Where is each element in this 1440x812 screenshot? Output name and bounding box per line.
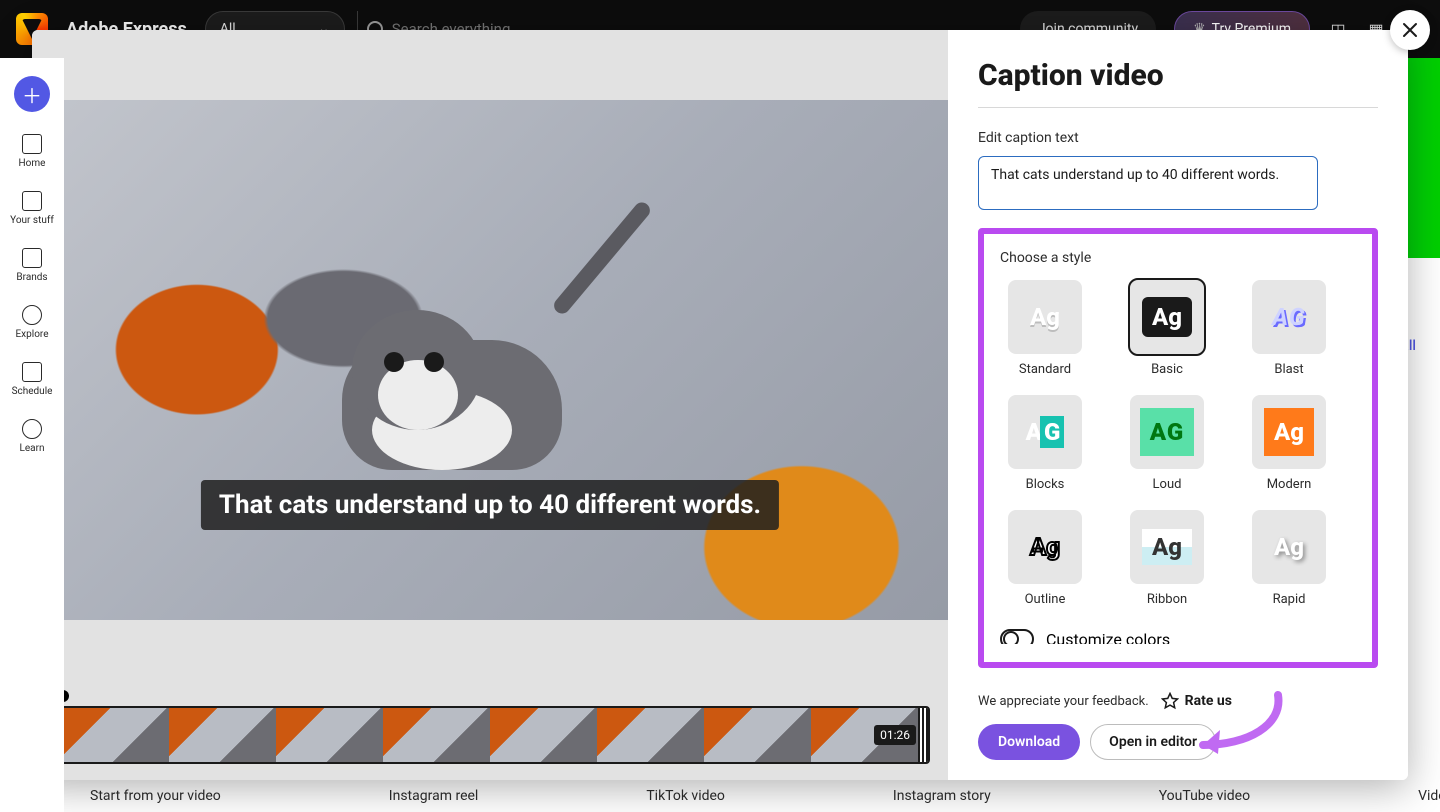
- style-thumb: AG: [1008, 395, 1082, 469]
- template-type[interactable]: TikTok video: [646, 788, 725, 804]
- nav-label: Your stuff: [10, 215, 54, 226]
- caption-overlay: That cats understand up to 40 different …: [201, 480, 779, 530]
- style-option-loud[interactable]: AG Loud: [1122, 395, 1212, 492]
- video-preview[interactable]: That cats understand up to 40 different …: [32, 30, 948, 690]
- style-thumb: AG: [1252, 280, 1326, 354]
- sidebar-item-learn[interactable]: Learn: [7, 419, 57, 454]
- template-type-row: Start from your video Instagram reel Tik…: [90, 788, 1440, 804]
- style-name-label: Loud: [1153, 477, 1182, 492]
- style-name-label: Standard: [1019, 362, 1071, 377]
- feedback-text: We appreciate your feedback.: [978, 694, 1149, 709]
- style-thumb: AG: [1130, 395, 1204, 469]
- style-option-blast[interactable]: AG Blast: [1244, 280, 1334, 377]
- caption-video-modal: That cats understand up to 40 different …: [32, 30, 1408, 780]
- timeline-frame: [490, 708, 597, 762]
- style-name-label: Basic: [1151, 362, 1183, 377]
- template-type[interactable]: Video: [1418, 788, 1440, 804]
- customize-colors-label: Customize colors: [1046, 630, 1170, 645]
- video-preview-area: That cats understand up to 40 different …: [32, 30, 948, 780]
- action-button-row: Download Open in editor: [978, 724, 1378, 760]
- style-option-outline[interactable]: Ag Outline: [1000, 510, 1090, 607]
- edit-caption-label: Edit caption text: [978, 130, 1378, 146]
- style-name-label: Modern: [1267, 477, 1312, 492]
- choose-style-label: Choose a style: [1000, 250, 1342, 266]
- timeline-frame: [169, 708, 276, 762]
- star-icon: [1161, 692, 1179, 710]
- feedback-row: We appreciate your feedback. Rate us: [978, 676, 1378, 710]
- rate-us-button[interactable]: Rate us: [1161, 692, 1232, 710]
- style-name-label: Blocks: [1026, 477, 1065, 492]
- style-name-label: Rapid: [1273, 592, 1306, 607]
- timeline-frame: [276, 708, 383, 762]
- template-type[interactable]: Start from your video: [90, 788, 221, 804]
- download-button[interactable]: Download: [978, 724, 1080, 760]
- style-option-blocks[interactable]: AG Blocks: [1000, 395, 1090, 492]
- clip-right-handle[interactable]: [918, 708, 928, 762]
- create-new-button[interactable]: ＋: [14, 76, 50, 112]
- timeline-strip: 01:26: [32, 690, 948, 780]
- timeline-frame: [597, 708, 704, 762]
- style-option-modern[interactable]: Ag Modern: [1244, 395, 1334, 492]
- nav-label: Learn: [19, 443, 44, 454]
- style-option-ribbon[interactable]: Ag Ribbon: [1122, 510, 1212, 607]
- template-type[interactable]: Instagram reel: [389, 788, 479, 804]
- sidebar-item-schedule[interactable]: Schedule: [7, 362, 57, 397]
- divider: [978, 107, 1378, 108]
- style-thumb: Ag: [1008, 510, 1082, 584]
- caption-text-input[interactable]: [978, 156, 1318, 210]
- caption-panel: Caption video Edit caption text Choose a…: [948, 30, 1408, 780]
- style-thumb: Ag: [1252, 395, 1326, 469]
- nav-label: Schedule: [12, 386, 53, 397]
- video-frame: [32, 100, 948, 620]
- style-name-label: Blast: [1274, 362, 1303, 377]
- timeline-frame: [62, 708, 169, 762]
- nav-label: Home: [19, 158, 46, 169]
- open-in-editor-button[interactable]: Open in editor: [1090, 724, 1216, 760]
- style-option-basic[interactable]: Ag Basic: [1122, 280, 1212, 377]
- style-name-label: Ribbon: [1147, 592, 1187, 607]
- nav-label: Explore: [16, 329, 49, 340]
- rate-label: Rate us: [1185, 693, 1232, 709]
- style-thumb: Ag: [1130, 280, 1204, 354]
- clip-duration-badge: 01:26: [874, 725, 916, 745]
- customize-colors-toggle[interactable]: [1000, 629, 1034, 644]
- style-name-label: Outline: [1025, 592, 1066, 607]
- style-option-rapid[interactable]: Ag Rapid: [1244, 510, 1334, 607]
- sidebar-item-your-stuff[interactable]: Your stuff: [7, 191, 57, 226]
- template-type[interactable]: Instagram story: [893, 788, 991, 804]
- style-thumb: Ag: [1130, 510, 1204, 584]
- style-thumb: Ag: [1008, 280, 1082, 354]
- timeline-clip[interactable]: [50, 706, 930, 764]
- sidebar-item-home[interactable]: Home: [7, 134, 57, 169]
- timeline-frame: [383, 708, 490, 762]
- style-option-standard[interactable]: Ag Standard: [1000, 280, 1090, 377]
- style-thumb: Ag: [1252, 510, 1326, 584]
- customize-colors-row: Customize colors: [1000, 629, 1342, 644]
- sidebar-item-brands[interactable]: Brands: [7, 248, 57, 283]
- timeline-frame: [704, 708, 811, 762]
- style-grid: Ag Standard Ag Basic AG Blast AG Blocks AG Loud Ag…: [1000, 280, 1342, 607]
- style-section-highlight: Choose a style AgStandardAgBasicAGBlastA…: [978, 228, 1378, 668]
- left-sidebar: ＋ Home Your stuff Brands Explore Schedul…: [0, 58, 64, 812]
- sidebar-item-explore[interactable]: Explore: [7, 305, 57, 340]
- panel-title: Caption video: [978, 58, 1378, 93]
- close-modal-button[interactable]: [1390, 10, 1430, 50]
- close-icon: [1401, 21, 1419, 39]
- nav-label: Brands: [16, 272, 47, 283]
- template-type[interactable]: YouTube video: [1159, 788, 1250, 804]
